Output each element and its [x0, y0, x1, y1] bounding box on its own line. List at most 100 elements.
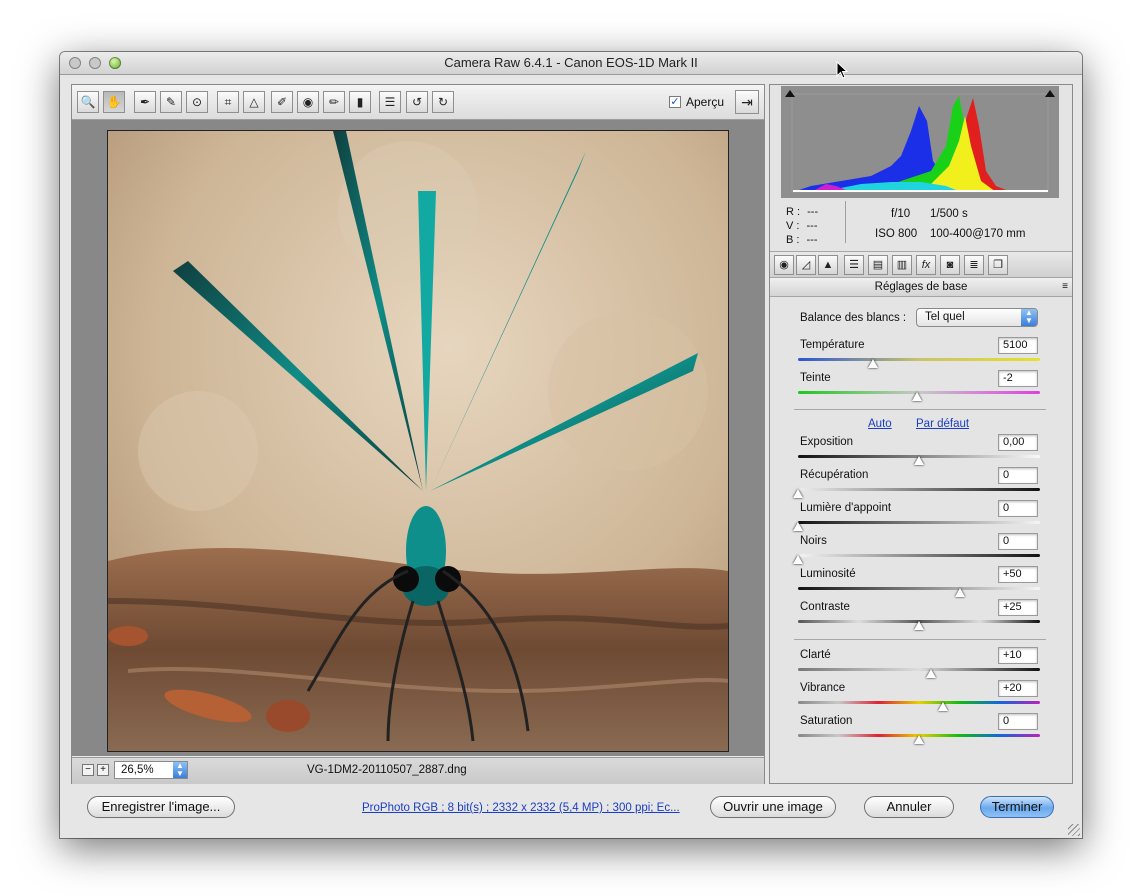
contrast-thumb[interactable]	[914, 621, 924, 630]
clarity-thumb[interactable]	[926, 669, 937, 678]
contrast-label: Contraste	[800, 601, 850, 613]
fill-light-field[interactable]: 0	[998, 500, 1038, 517]
brightness-label: Luminosité	[800, 568, 856, 580]
snapshots-icon: ❐	[993, 259, 1003, 271]
recovery-field[interactable]: 0	[998, 467, 1038, 484]
tab-split-toning[interactable]: ▤	[868, 255, 888, 275]
tab-hsl[interactable]: ☰	[844, 255, 864, 275]
fill-light-slider[interactable]	[798, 521, 1040, 524]
hand-tool-button[interactable]: ✋	[103, 91, 125, 113]
zoom-out-button[interactable]: −	[82, 764, 94, 776]
tool-bar: 🔍 ✋ ✒ ✎ ⊙ ⌗ △ ✐ ◉ ✏ ▮ ☰ ↺ ↻ ✓ Aperçu ⇥	[72, 85, 764, 120]
tab-detail[interactable]: ▲	[818, 255, 838, 275]
rotate-ccw-icon: ↺	[411, 95, 423, 109]
blacks-field[interactable]: 0	[998, 533, 1038, 550]
camera-raw-window: Camera Raw 6.4.1 - Canon EOS-1D Mark II …	[60, 52, 1082, 838]
rotate-ccw-button[interactable]: ↺	[406, 91, 428, 113]
zoom-select[interactable]: 26,5% ▲ ▼	[114, 761, 188, 779]
preferences-button[interactable]: ☰	[379, 91, 401, 113]
recovery-thumb[interactable]	[793, 489, 803, 498]
tint-field[interactable]: -2	[998, 370, 1038, 387]
blacks-thumb[interactable]	[793, 555, 803, 564]
auto-link[interactable]: Auto	[868, 418, 892, 430]
saturation-field[interactable]: 0	[998, 713, 1038, 730]
brightness-thumb[interactable]	[955, 588, 966, 597]
rotate-cw-icon: ↻	[437, 95, 449, 109]
temperature-slider[interactable]	[798, 358, 1040, 361]
recovery-slider[interactable]	[798, 488, 1040, 491]
adjustment-brush-tool-button[interactable]: ✏	[323, 91, 345, 113]
fullscreen-button[interactable]: ⇥	[735, 90, 759, 114]
highlight-clipping-icon[interactable]	[1045, 90, 1055, 97]
zoom-value: 26,5%	[121, 764, 154, 776]
white-balance-select[interactable]: Tel quel ▲ ▼	[916, 308, 1038, 327]
exposure-thumb[interactable]	[914, 456, 924, 465]
saturation-label: Saturation	[800, 715, 853, 727]
temperature-thumb[interactable]	[868, 359, 879, 368]
panel-menu-icon[interactable]: ≡	[1062, 278, 1068, 296]
fill-light-thumb[interactable]	[793, 522, 803, 531]
spot-removal-tool-button[interactable]: ✐	[271, 91, 293, 113]
targeted-adjustment-icon: ⊙	[191, 95, 203, 109]
zoom-window-button[interactable]	[109, 57, 121, 69]
v-value: ---	[806, 220, 818, 232]
status-bar: − + 26,5% ▲ ▼ VG-1DM2-20110507_2887.dng	[72, 757, 764, 784]
tab-lens-corrections[interactable]: ▥	[892, 255, 912, 275]
zoom-in-button[interactable]: +	[97, 764, 109, 776]
tab-camera-calibration[interactable]: ◙	[940, 255, 960, 275]
lens: 100-400@170 mm	[930, 228, 1026, 240]
clarity-field[interactable]: +10	[998, 647, 1038, 664]
crop-tool-button[interactable]: ⌗	[217, 91, 239, 113]
red-eye-tool-button[interactable]: ◉	[297, 91, 319, 113]
spot-removal-icon: ✐	[276, 95, 288, 109]
tab-presets[interactable]: ≣	[964, 255, 984, 275]
tab-tone-curve[interactable]: ◿	[796, 255, 816, 275]
graduated-filter-tool-button[interactable]: ▮	[349, 91, 371, 113]
vibrance-slider[interactable]	[798, 701, 1040, 704]
clarity-slider[interactable]	[798, 668, 1040, 671]
panel-header: Réglages de base ≡	[770, 277, 1072, 297]
minimize-window-button[interactable]	[89, 57, 101, 69]
contrast-field[interactable]: +25	[998, 599, 1038, 616]
info-divider	[845, 201, 846, 243]
tone-curve-icon: ◿	[801, 259, 811, 271]
preview-panel: 🔍 ✋ ✒ ✎ ⊙ ⌗ △ ✐ ◉ ✏ ▮ ☰ ↺ ↻ ✓ Aperçu ⇥ −…	[71, 84, 765, 784]
targeted-adjustment-tool-button[interactable]: ⊙	[186, 91, 208, 113]
done-button[interactable]: Terminer	[980, 796, 1054, 818]
cancel-button[interactable]: Annuler	[864, 796, 954, 818]
white-balance-tool-button[interactable]: ✒	[134, 91, 156, 113]
saturation-thumb[interactable]	[914, 735, 924, 744]
recovery-label: Récupération	[800, 469, 869, 481]
close-window-button[interactable]	[69, 57, 81, 69]
open-image-button[interactable]: Ouvrir une image	[710, 796, 836, 818]
exposure-field[interactable]: 0,00	[998, 434, 1038, 451]
tint-thumb[interactable]	[911, 392, 922, 401]
title-bar[interactable]: Camera Raw 6.4.1 - Canon EOS-1D Mark II	[60, 52, 1082, 75]
color-sampler-tool-button[interactable]: ✎	[160, 91, 182, 113]
resize-grip[interactable]	[1068, 824, 1080, 836]
blacks-slider[interactable]	[798, 554, 1040, 557]
tab-snapshots[interactable]: ❐	[988, 255, 1008, 275]
image-preview-area[interactable]	[72, 120, 764, 756]
temperature-field[interactable]: 5100	[998, 337, 1038, 354]
rotate-cw-button[interactable]: ↻	[432, 91, 454, 113]
vibrance-thumb[interactable]	[938, 702, 949, 711]
brightness-field[interactable]: +50	[998, 566, 1038, 583]
histogram	[781, 86, 1059, 198]
save-image-button[interactable]: Enregistrer l'image...	[87, 796, 235, 818]
rgb-readout: R : --- V : --- B : ---	[786, 205, 818, 247]
workflow-options-link[interactable]: ProPhoto RGB ; 8 bit(s) ; 2332 x 2332 (5…	[362, 802, 680, 814]
chevron-updown-icon: ▲ ▼	[173, 762, 187, 778]
straighten-tool-button[interactable]: △	[243, 91, 265, 113]
default-link[interactable]: Par défaut	[916, 418, 969, 430]
zoom-tool-button[interactable]: 🔍	[77, 91, 99, 113]
tab-effects[interactable]: fx	[916, 255, 936, 275]
brightness-slider[interactable]	[798, 587, 1040, 590]
vibrance-field[interactable]: +20	[998, 680, 1038, 697]
divider	[794, 409, 1046, 410]
color-sampler-icon: ✎	[165, 95, 177, 109]
shadow-clipping-icon[interactable]	[785, 90, 795, 97]
tab-basic[interactable]: ◉	[774, 255, 794, 275]
preview-checkbox[interactable]: ✓	[669, 96, 681, 108]
zoom-in-icon: +	[100, 764, 106, 775]
